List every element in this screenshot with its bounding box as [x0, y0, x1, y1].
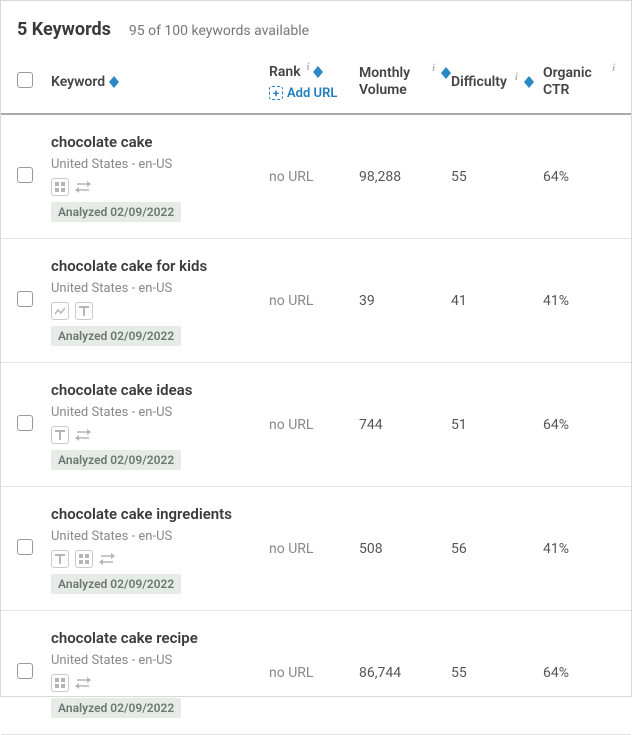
- keyword-location: United States - en-US: [51, 405, 269, 420]
- column-volume[interactable]: Monthly Volume i: [359, 65, 451, 100]
- ctr-cell: 64%: [543, 665, 615, 681]
- keywords-table: Keyword Rank i: [1, 50, 631, 735]
- volume-cell: 508: [359, 541, 451, 557]
- table-row: chocolate cake ingredients United States …: [1, 487, 631, 611]
- keyword-type-icons: [51, 674, 269, 692]
- analyzed-tag: Analyzed 02/09/2022: [51, 450, 181, 470]
- text-icon: [51, 426, 69, 444]
- keyword-name[interactable]: chocolate cake recipe: [51, 629, 269, 647]
- table-row: chocolate cake for kids United States - e…: [1, 239, 631, 363]
- volume-cell: 39: [359, 293, 451, 309]
- rank-cell: no URL: [269, 293, 359, 309]
- keyword-type-icons: [51, 426, 269, 444]
- analyzed-tag: Analyzed 02/09/2022: [51, 202, 181, 222]
- row-checkbox[interactable]: [17, 663, 33, 679]
- volume-cell: 98,288: [359, 169, 451, 185]
- column-rank-label: Rank: [269, 64, 301, 82]
- swap-icon: [75, 181, 91, 193]
- info-icon[interactable]: i: [612, 63, 615, 74]
- info-icon[interactable]: i: [307, 62, 310, 73]
- difficulty-cell: 41: [451, 293, 543, 309]
- rank-cell: no URL: [269, 665, 359, 681]
- rank-cell: no URL: [269, 417, 359, 433]
- column-keyword-label: Keyword: [51, 74, 105, 92]
- keywords-panel: 5 Keywords 95 of 100 keywords available …: [0, 0, 632, 697]
- add-url-button[interactable]: + Add URL: [269, 86, 337, 101]
- column-difficulty-label: Difficulty: [451, 74, 507, 92]
- column-rank[interactable]: Rank i + Add URL: [269, 64, 359, 101]
- rank-cell: no URL: [269, 541, 359, 557]
- table-row: chocolate cake United States - en-US Analy…: [1, 115, 631, 239]
- keyword-type-icons: [51, 302, 269, 320]
- table-row: chocolate cake recipe United States - en-…: [1, 611, 631, 735]
- panel-subtitle: 95 of 100 keywords available: [129, 23, 309, 39]
- keyword-name[interactable]: chocolate cake ingredients: [51, 505, 269, 523]
- grid-icon: [51, 178, 69, 196]
- row-checkbox[interactable]: [17, 167, 33, 183]
- volume-cell: 86,744: [359, 665, 451, 681]
- ctr-cell: 41%: [543, 293, 615, 309]
- table-row: chocolate cake ideas United States - en-U…: [1, 363, 631, 487]
- keyword-name[interactable]: chocolate cake: [51, 133, 269, 151]
- row-checkbox[interactable]: [17, 291, 33, 307]
- keyword-type-icons: [51, 178, 269, 196]
- panel-title: 5 Keywords: [17, 19, 111, 40]
- swap-icon: [99, 553, 115, 565]
- row-checkbox[interactable]: [17, 415, 33, 431]
- sort-icon: [524, 76, 534, 88]
- column-difficulty[interactable]: Difficulty i: [451, 74, 543, 92]
- ctr-cell: 64%: [543, 417, 615, 433]
- sort-icon: [441, 67, 451, 79]
- text-icon: [75, 302, 93, 320]
- table-header: Keyword Rank i: [1, 50, 631, 115]
- keyword-location: United States - en-US: [51, 529, 269, 544]
- keyword-location: United States - en-US: [51, 281, 269, 296]
- sort-icon: [313, 66, 323, 78]
- text-icon: [51, 550, 69, 568]
- volume-cell: 744: [359, 417, 451, 433]
- swap-icon: [75, 677, 91, 689]
- analyzed-tag: Analyzed 02/09/2022: [51, 698, 181, 718]
- swap-icon: [75, 429, 91, 441]
- ctr-cell: 64%: [543, 169, 615, 185]
- keyword-name[interactable]: chocolate cake ideas: [51, 381, 269, 399]
- difficulty-cell: 55: [451, 169, 543, 185]
- column-keyword[interactable]: Keyword: [51, 74, 269, 92]
- select-all-checkbox[interactable]: [17, 72, 33, 88]
- ctr-cell: 41%: [543, 541, 615, 557]
- keyword-type-icons: [51, 550, 269, 568]
- column-volume-label: Monthly Volume: [359, 65, 424, 100]
- keyword-location: United States - en-US: [51, 653, 269, 668]
- add-url-label: Add URL: [287, 86, 337, 101]
- grid-icon: [51, 674, 69, 692]
- sort-icon: [109, 76, 119, 88]
- difficulty-cell: 51: [451, 417, 543, 433]
- column-ctr-label: Organic CTR: [543, 65, 604, 100]
- plus-icon: +: [269, 86, 283, 100]
- analyzed-tag: Analyzed 02/09/2022: [51, 326, 181, 346]
- keyword-location: United States - en-US: [51, 157, 269, 172]
- info-icon[interactable]: i: [515, 72, 518, 83]
- analyzed-tag: Analyzed 02/09/2022: [51, 574, 181, 594]
- image-icon: [51, 302, 69, 320]
- column-ctr[interactable]: Organic CTR i: [543, 65, 615, 100]
- info-icon[interactable]: i: [432, 63, 435, 74]
- grid-icon: [75, 550, 93, 568]
- difficulty-cell: 55: [451, 665, 543, 681]
- panel-header: 5 Keywords 95 of 100 keywords available: [1, 1, 631, 50]
- difficulty-cell: 56: [451, 541, 543, 557]
- rank-cell: no URL: [269, 169, 359, 185]
- row-checkbox[interactable]: [17, 539, 33, 555]
- keyword-name[interactable]: chocolate cake for kids: [51, 257, 269, 275]
